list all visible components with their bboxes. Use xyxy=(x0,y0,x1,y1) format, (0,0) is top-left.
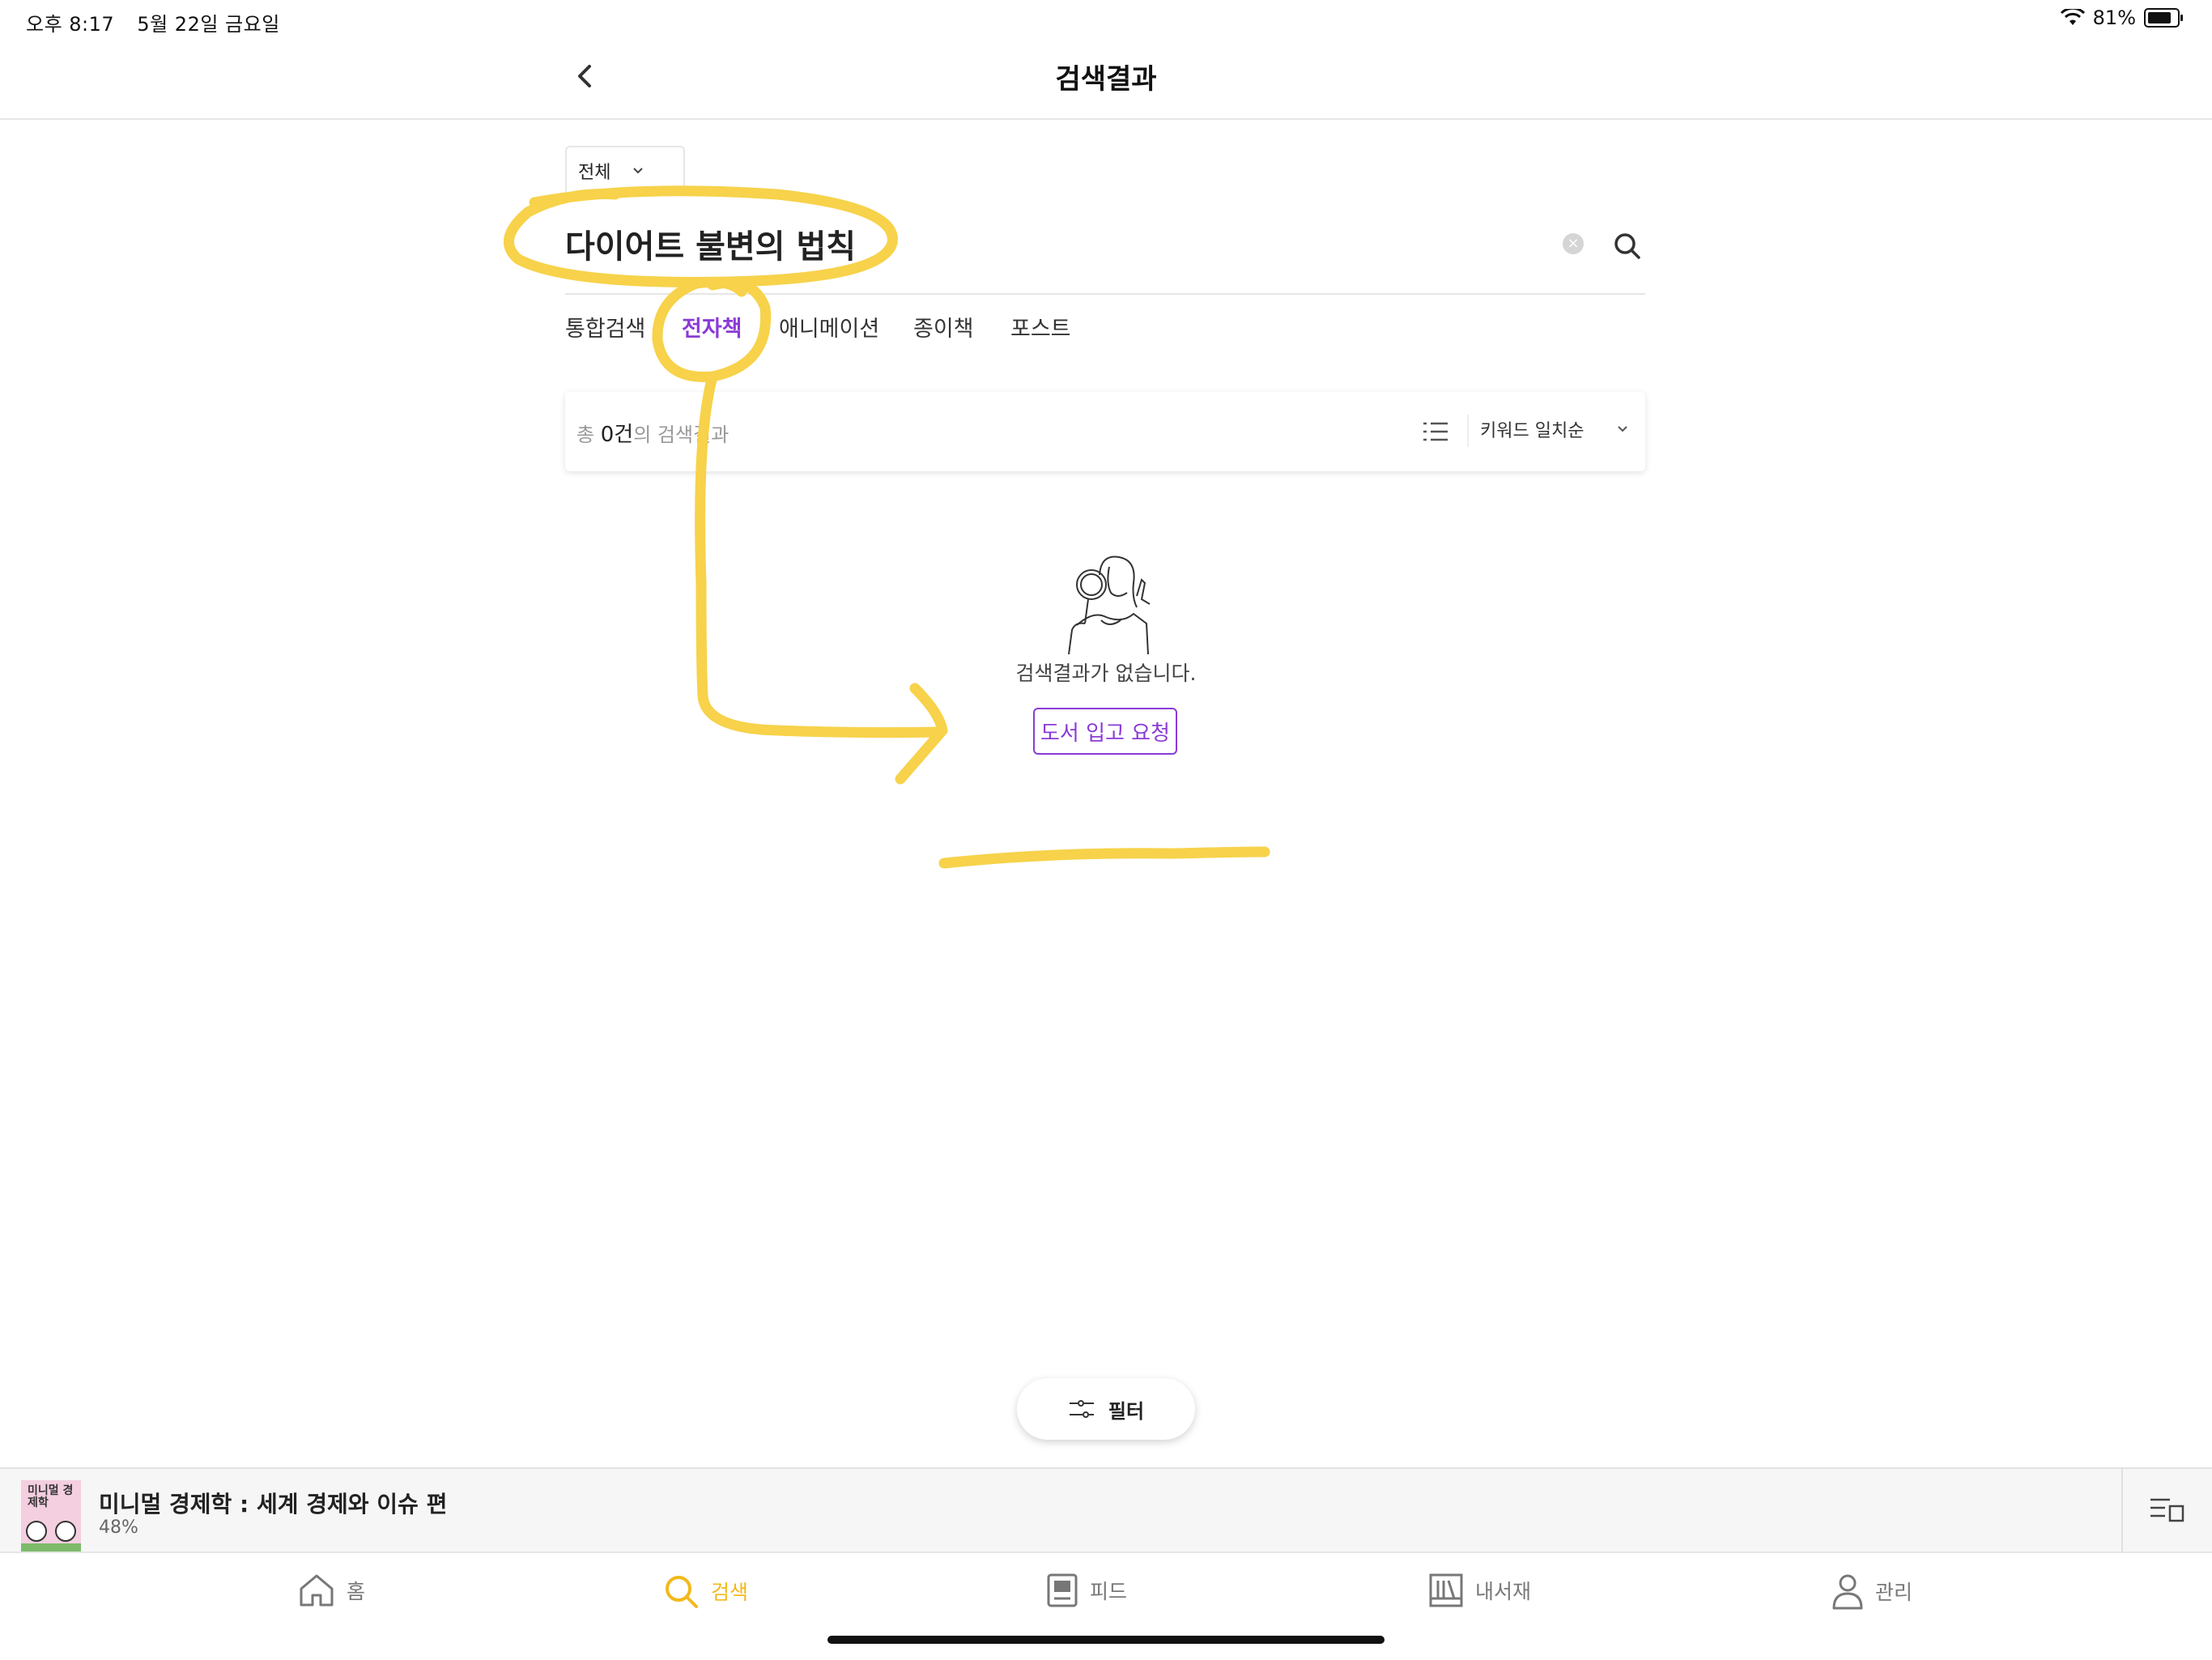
result-count: 총 0건의 검색결과 xyxy=(576,418,729,448)
search-underline xyxy=(565,293,1645,295)
tabbar-home-label: 홈 xyxy=(347,1580,366,1603)
status-date: 5월 22일 금요일 xyxy=(137,13,280,36)
search-scope-dropdown[interactable]: 전체 xyxy=(565,146,685,194)
result-count-number: 0건 xyxy=(600,423,634,447)
status-bar-right: 81% xyxy=(2060,6,2183,29)
battery-percent: 81% xyxy=(2092,6,2136,29)
annotation-arrow-head xyxy=(895,683,948,785)
empty-search-illustration xyxy=(1068,555,1151,655)
clear-search-button[interactable]: × xyxy=(1563,233,1584,254)
filter-label: 필터 xyxy=(1108,1399,1145,1423)
result-count-prefix: 총 xyxy=(576,424,601,446)
now-reading-title[interactable]: 미니멀 경제학 : 세계 경제와 이슈 편 xyxy=(99,1487,447,1519)
search-icon xyxy=(1614,233,1640,259)
chevron-down-icon xyxy=(633,168,644,174)
list-view-button[interactable] xyxy=(1422,419,1449,444)
home-indicator xyxy=(827,1636,1385,1644)
result-count-suffix: 의 검색결과 xyxy=(633,424,730,446)
tabbar-search-label: 검색 xyxy=(711,1581,749,1604)
wifi-icon xyxy=(2060,9,2085,25)
list-icon xyxy=(1423,422,1448,441)
cover-character xyxy=(55,1521,76,1542)
tab-paper-book[interactable]: 종이책 xyxy=(913,311,974,343)
tab-animation[interactable]: 애니메이션 xyxy=(779,311,879,343)
home-icon xyxy=(300,1574,334,1607)
person-icon xyxy=(1832,1574,1863,1610)
tabbar-manage[interactable]: 관리 xyxy=(1831,1573,1912,1610)
book-cover[interactable]: 미니멀 경제학 xyxy=(21,1480,81,1551)
sliders-icon xyxy=(1069,1400,1094,1418)
annotation-underline xyxy=(938,846,1270,869)
tabbar-library[interactable]: 내서재 xyxy=(1428,1573,1531,1608)
tabbar-manage-label: 관리 xyxy=(1875,1581,1913,1604)
chevron-down-icon xyxy=(1618,426,1628,432)
tabbar-home[interactable]: 홈 xyxy=(298,1573,365,1608)
tabbar-search[interactable]: 검색 xyxy=(662,1573,748,1610)
result-bar-divider xyxy=(1467,415,1469,447)
tabbar-library-label: 내서재 xyxy=(1475,1580,1532,1603)
empty-message: 검색결과가 없습니다. xyxy=(1015,662,1197,685)
bookshelf-icon xyxy=(1429,1573,1463,1607)
scope-label: 전체 xyxy=(578,163,611,183)
filter-button[interactable]: 필터 xyxy=(1017,1378,1195,1440)
reading-list-icon xyxy=(2150,1498,2184,1522)
battery-icon xyxy=(2144,8,2183,28)
tabbar-feed[interactable]: 피드 xyxy=(1046,1573,1127,1608)
status-bar-left: 오후 8:17 5월 22일 금요일 xyxy=(26,8,296,36)
search-button[interactable] xyxy=(1611,230,1644,262)
tabbar-feed-label: 피드 xyxy=(1090,1580,1128,1603)
reading-list-button[interactable] xyxy=(2149,1495,2186,1524)
page-title: 검색결과 xyxy=(1055,63,1157,96)
sort-dropdown[interactable]: 키워드 일치순 xyxy=(1480,416,1629,442)
search-input[interactable]: 다이어트 불변의 법칙 xyxy=(565,220,856,267)
book-request-button[interactable]: 도서 입고 요청 xyxy=(1033,708,1177,755)
cover-character xyxy=(26,1521,47,1542)
close-icon: × xyxy=(1567,235,1580,252)
status-time: 오후 8:17 xyxy=(26,13,115,36)
cover-band xyxy=(21,1543,81,1551)
now-reading-progress: 48% xyxy=(99,1517,138,1538)
tab-integrated[interactable]: 통합검색 xyxy=(565,311,645,343)
reading-bar-divider xyxy=(2121,1467,2123,1551)
feed-icon xyxy=(1047,1573,1078,1607)
search-icon xyxy=(666,1576,698,1608)
sort-label: 키워드 일치순 xyxy=(1480,421,1585,441)
cover-text: 미니멀 경제학 xyxy=(28,1484,74,1509)
tab-post[interactable]: 포스트 xyxy=(1010,311,1071,343)
tab-ebook[interactable]: 전자책 xyxy=(682,311,742,343)
